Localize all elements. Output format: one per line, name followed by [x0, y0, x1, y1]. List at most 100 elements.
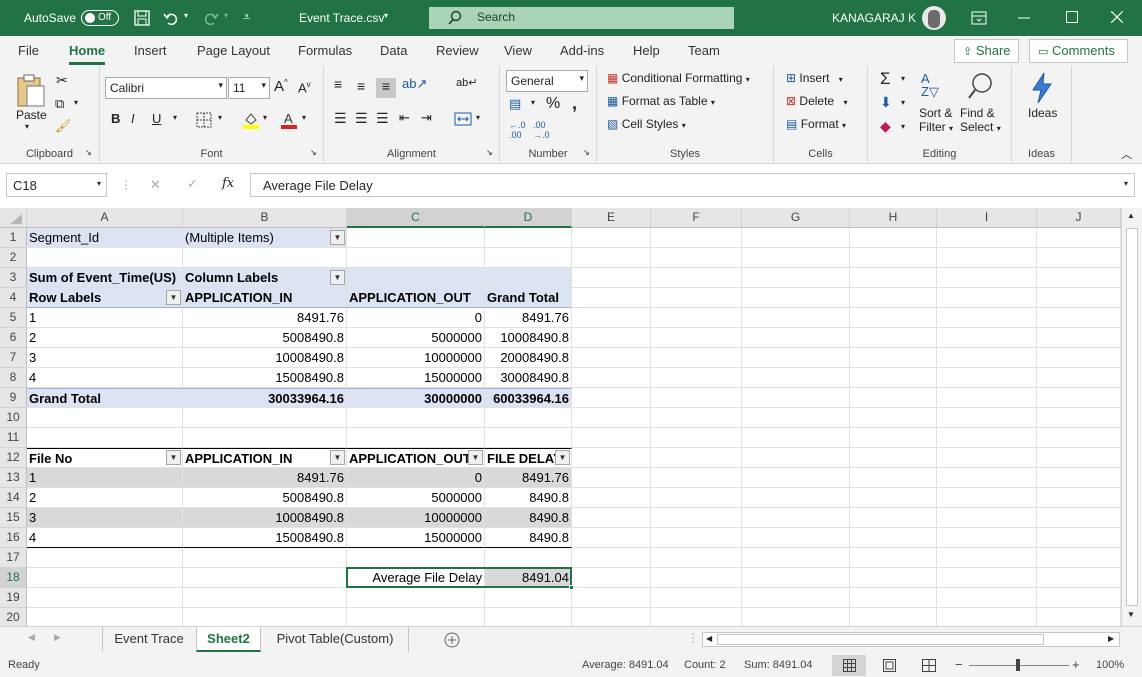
- tab-formulas[interactable]: Formulas: [298, 43, 352, 58]
- redo-icon[interactable]: [202, 9, 220, 27]
- cell-a11[interactable]: [27, 428, 183, 448]
- font-color-icon[interactable]: A: [280, 110, 298, 130]
- cell-f3[interactable]: [651, 268, 742, 288]
- row-header-3[interactable]: 3: [0, 268, 27, 288]
- tab-review[interactable]: Review: [436, 43, 479, 58]
- cell-h10[interactable]: [850, 408, 937, 428]
- align-right-icon[interactable]: ☰: [376, 110, 389, 127]
- cell-j1[interactable]: [1037, 228, 1121, 248]
- cell-c1[interactable]: [347, 228, 485, 248]
- formula-input[interactable]: Average File Delay ▾: [250, 173, 1135, 197]
- cell-i18[interactable]: [937, 568, 1037, 588]
- sheet-tab-event-trace[interactable]: Event Trace: [102, 627, 195, 652]
- cell-a3[interactable]: Sum of Event_Time(US): [27, 268, 183, 288]
- cell-g1[interactable]: [742, 228, 850, 248]
- cell-j18[interactable]: [1037, 568, 1121, 588]
- cell-a18[interactable]: [27, 568, 183, 588]
- cell-c3[interactable]: [347, 268, 485, 288]
- cell-b7[interactable]: 10008490.8: [183, 348, 347, 368]
- cell-a16[interactable]: 4: [27, 528, 183, 548]
- underline-button[interactable]: U: [152, 111, 161, 126]
- cell-h11[interactable]: [850, 428, 937, 448]
- underline-dropdown-icon[interactable]: ▾: [173, 113, 177, 122]
- sort-filter-icon[interactable]: A Z▽: [921, 72, 939, 98]
- cell-b20[interactable]: [183, 608, 347, 628]
- cell-e13[interactable]: [572, 468, 651, 488]
- undo-dropdown-icon[interactable]: ▾: [184, 11, 188, 20]
- cell-e15[interactable]: [572, 508, 651, 528]
- cell-i13[interactable]: [937, 468, 1037, 488]
- cell-g14[interactable]: [742, 488, 850, 508]
- cell-a4[interactable]: Row Labels: [27, 288, 183, 308]
- fill-dropdown-icon[interactable]: ▾: [901, 98, 905, 107]
- status-average[interactable]: Average: 8491.04: [582, 659, 669, 671]
- filter-dropdown-icon[interactable]: ▼: [166, 450, 181, 465]
- cell-a20[interactable]: [27, 608, 183, 628]
- cell-e12[interactable]: [572, 448, 651, 468]
- column-header-g[interactable]: G: [742, 208, 850, 228]
- cell-g15[interactable]: [742, 508, 850, 528]
- cell-a5[interactable]: 1: [27, 308, 183, 328]
- cell-e16[interactable]: [572, 528, 651, 548]
- filter-dropdown-icon[interactable]: ▼: [555, 450, 570, 465]
- cell-e10[interactable]: [572, 408, 651, 428]
- cell-b9[interactable]: 30033964.16: [183, 388, 347, 408]
- cell-f14[interactable]: [651, 488, 742, 508]
- cell-h16[interactable]: [850, 528, 937, 548]
- copy-icon[interactable]: ⧉: [55, 96, 64, 112]
- comments-button[interactable]: ▭ Comments: [1029, 39, 1128, 63]
- zoom-level[interactable]: 100%: [1096, 659, 1124, 671]
- cell-a14[interactable]: 2: [27, 488, 183, 508]
- cell-b18[interactable]: [183, 568, 347, 588]
- cell-f18[interactable]: [651, 568, 742, 588]
- cell-d6[interactable]: 10008490.8: [485, 328, 572, 348]
- cell-d1[interactable]: [485, 228, 572, 248]
- collapse-ribbon-icon[interactable]: ︿: [1121, 146, 1132, 162]
- next-sheet-icon[interactable]: ▶: [54, 632, 61, 643]
- row-header-12[interactable]: 12: [0, 448, 27, 468]
- scroll-down-icon[interactable]: ▼: [1127, 610, 1135, 619]
- comma-style-icon[interactable]: ,: [572, 93, 577, 114]
- accounting-format-icon[interactable]: ▤: [509, 96, 521, 112]
- cell-h5[interactable]: [850, 308, 937, 328]
- filter-dropdown-icon[interactable]: ▼: [166, 290, 181, 305]
- alignment-launcher-icon[interactable]: ↘: [486, 148, 493, 157]
- zoom-slider-thumb[interactable]: [1016, 659, 1020, 671]
- cell-b13[interactable]: 8491.76: [183, 468, 347, 488]
- cell-g20[interactable]: [742, 608, 850, 628]
- tab-file[interactable]: File: [18, 43, 39, 58]
- cell-b5[interactable]: 8491.76: [183, 308, 347, 328]
- page-layout-view-icon[interactable]: [883, 659, 896, 672]
- cell-c6[interactable]: 5000000: [347, 328, 485, 348]
- cell-b8[interactable]: 15008490.8: [183, 368, 347, 388]
- cell-f10[interactable]: [651, 408, 742, 428]
- column-header-d[interactable]: D: [485, 208, 572, 228]
- cell-i1[interactable]: [937, 228, 1037, 248]
- cell-f5[interactable]: [651, 308, 742, 328]
- cell-g10[interactable]: [742, 408, 850, 428]
- cell-f17[interactable]: [651, 548, 742, 568]
- autosum-icon[interactable]: Σ: [880, 69, 891, 89]
- cell-c7[interactable]: 10000000: [347, 348, 485, 368]
- cell-e6[interactable]: [572, 328, 651, 348]
- column-header-b[interactable]: B: [183, 208, 347, 228]
- cell-g18[interactable]: [742, 568, 850, 588]
- orientation-icon[interactable]: ab↗: [402, 76, 427, 92]
- cell-i16[interactable]: [937, 528, 1037, 548]
- cell-f9[interactable]: [651, 388, 742, 408]
- cell-i15[interactable]: [937, 508, 1037, 528]
- cell-d14[interactable]: 8490.8: [485, 488, 572, 508]
- accounting-dropdown-icon[interactable]: ▾: [531, 98, 535, 107]
- cell-a17[interactable]: [27, 548, 183, 568]
- cell-a15[interactable]: 3: [27, 508, 183, 528]
- fill-color-icon[interactable]: [242, 110, 260, 130]
- insert-function-icon[interactable]: fx: [222, 176, 234, 191]
- cut-icon[interactable]: ✂: [56, 72, 68, 89]
- cell-c19[interactable]: [347, 588, 485, 608]
- find-icon[interactable]: [967, 72, 993, 100]
- cell-g9[interactable]: [742, 388, 850, 408]
- name-box[interactable]: C18 ▾: [6, 173, 107, 197]
- cell-j12[interactable]: [1037, 448, 1121, 468]
- font-name-combo[interactable]: Calibri ▾: [105, 77, 227, 99]
- cell-d11[interactable]: [485, 428, 572, 448]
